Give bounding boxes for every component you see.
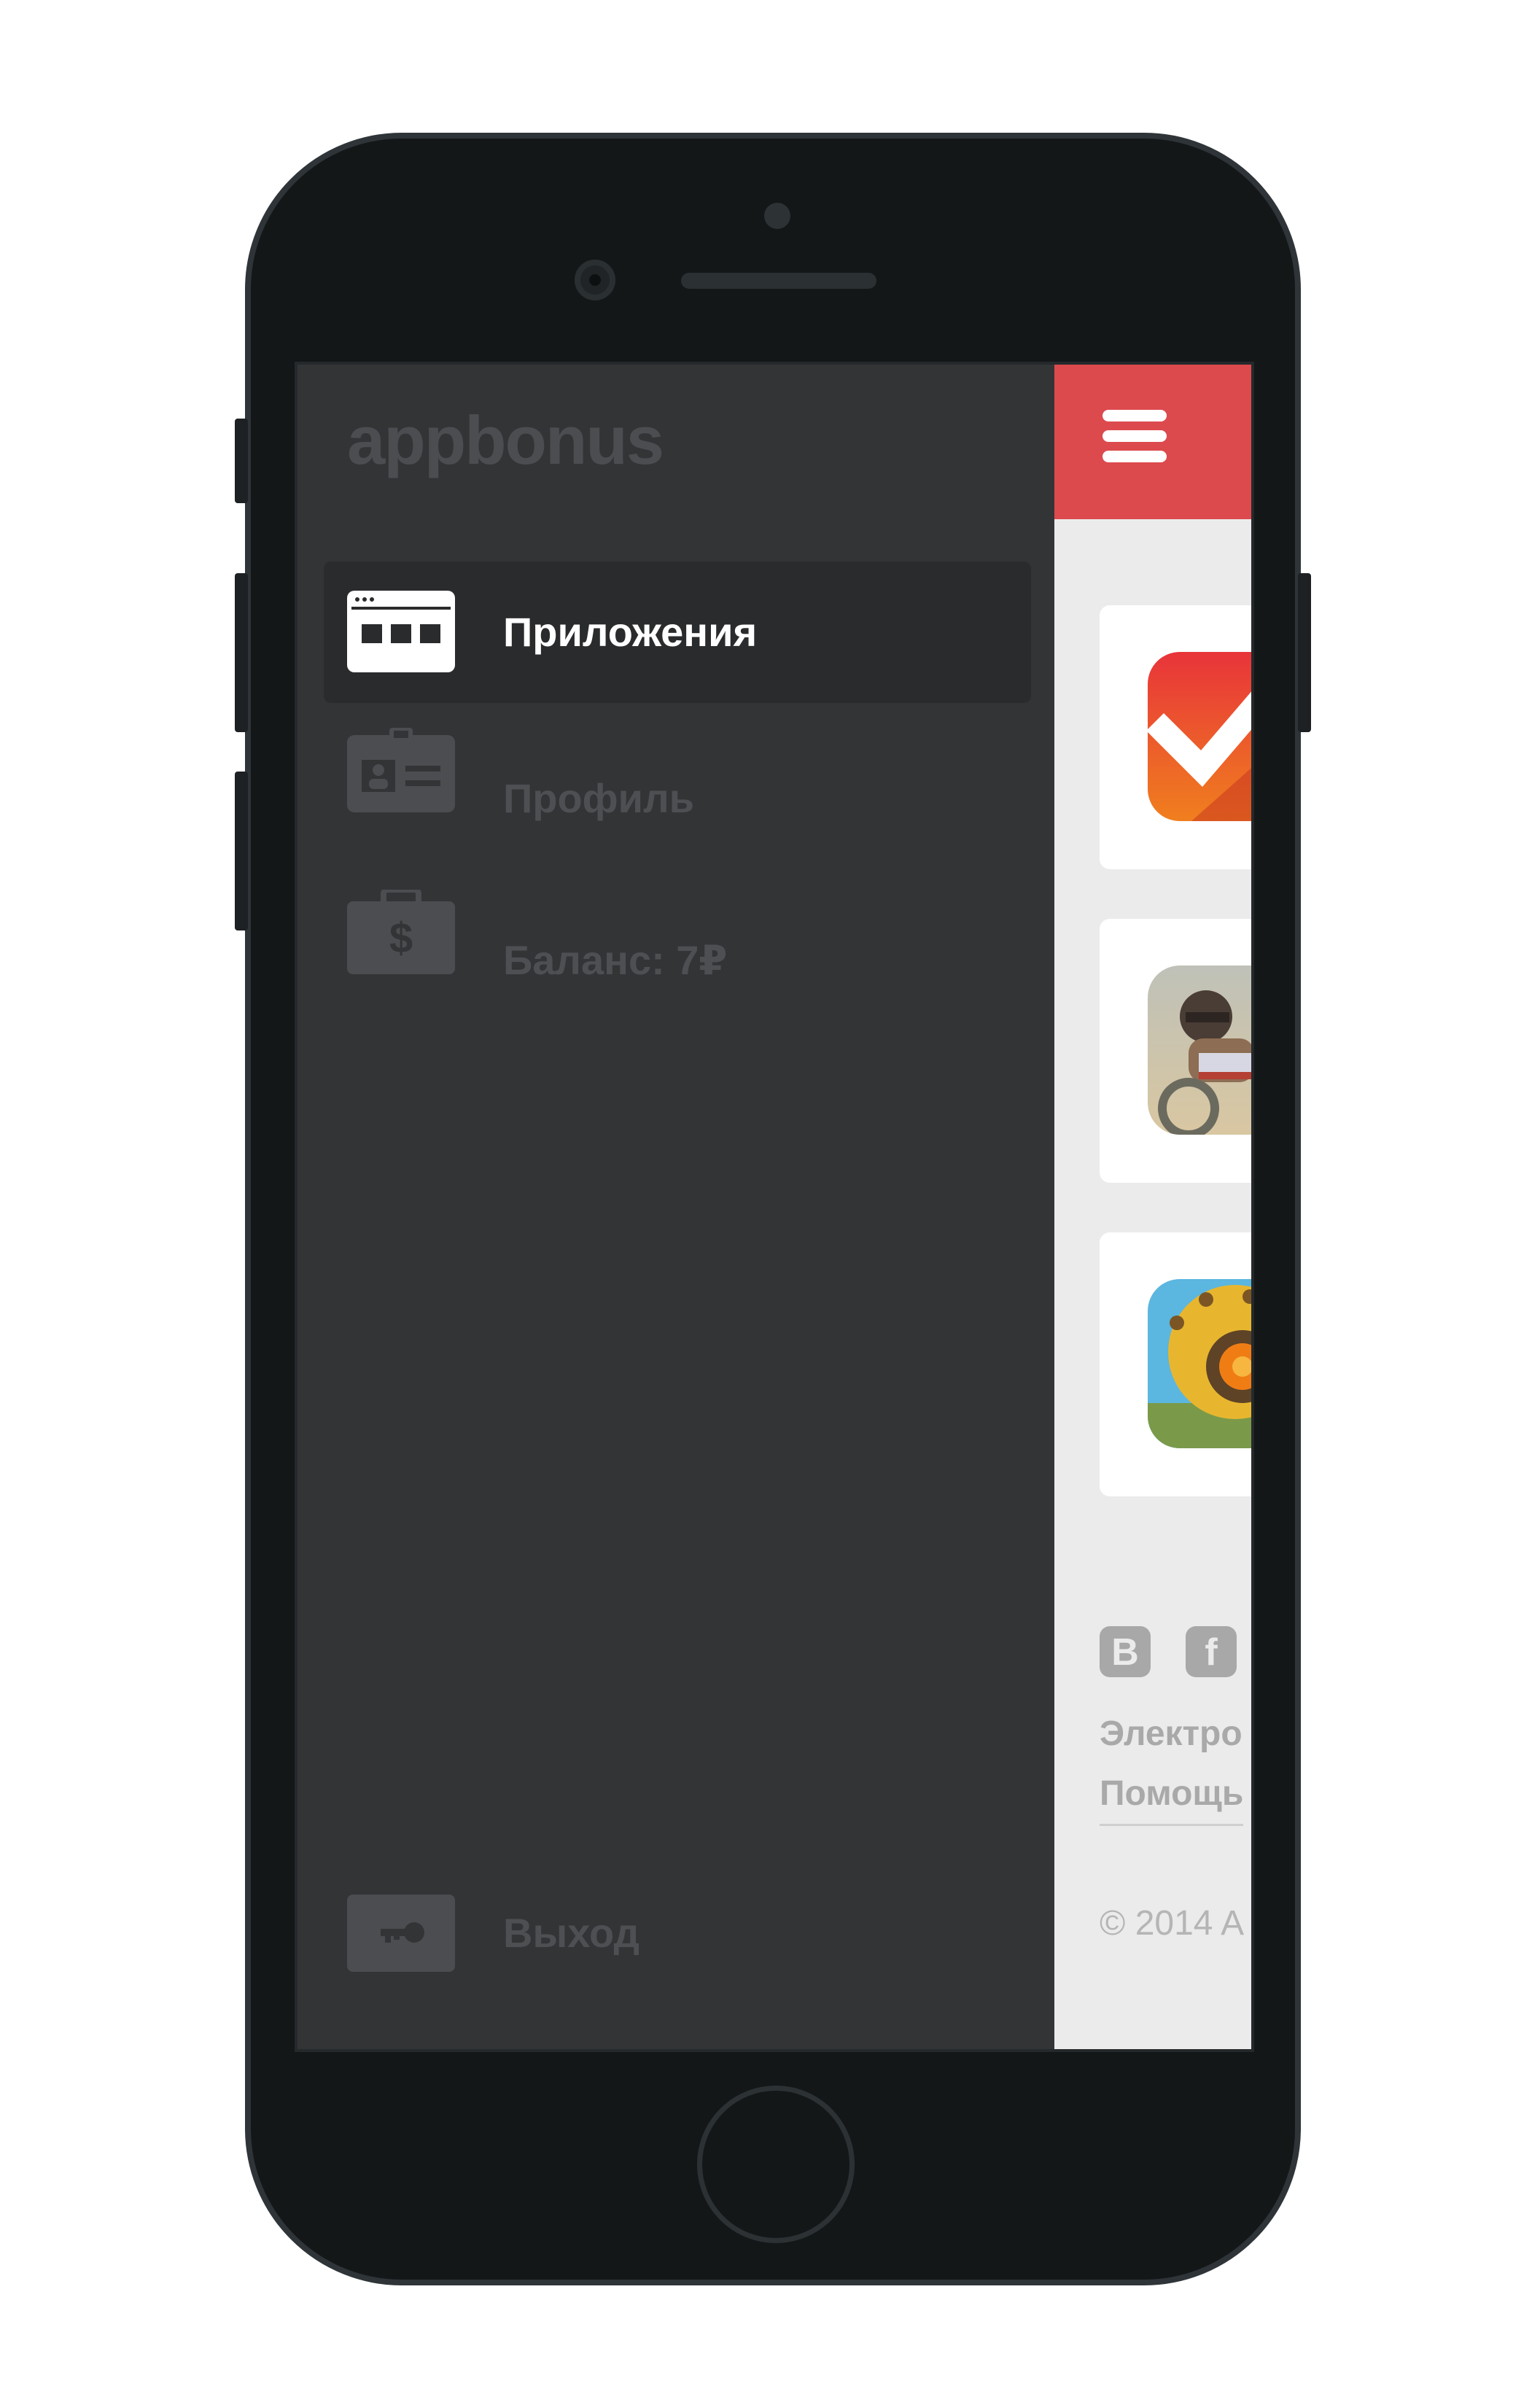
checkmark-app-icon — [1148, 652, 1251, 821]
money-bag-icon: $ — [347, 887, 455, 974]
mute-switch — [235, 419, 248, 503]
home-button[interactable] — [697, 2086, 855, 2243]
menu-item-label: Профиль — [503, 775, 695, 821]
navigation-drawer: appbonus Приложения Профиль $ Баланс: 7₽… — [298, 365, 1054, 2049]
apps-window-icon — [347, 591, 455, 672]
menu-item-apps[interactable]: Приложения — [324, 562, 1031, 703]
main-page-peek: В f Электро Помощь © 2014 A — [1054, 365, 1251, 2049]
logout-button[interactable]: Выход — [324, 1865, 1031, 2007]
email-link[interactable]: Электро — [1100, 1714, 1242, 1754]
app-card[interactable] — [1100, 1232, 1251, 1496]
robot-game-app-icon — [1148, 1279, 1251, 1448]
facebook-link-icon[interactable]: f — [1186, 1626, 1237, 1677]
power-button — [1298, 573, 1311, 732]
menu-item-label: Баланс: 7₽ — [503, 937, 728, 983]
volume-down-button — [235, 772, 248, 930]
rider-game-app-icon — [1148, 966, 1251, 1135]
svg-text:$: $ — [389, 914, 413, 962]
front-camera — [575, 260, 615, 300]
app-card[interactable] — [1100, 919, 1251, 1183]
top-bar — [1054, 365, 1251, 519]
menu-item-balance[interactable]: $ Баланс: 7₽ — [324, 887, 1031, 1031]
proximity-sensor — [764, 203, 790, 229]
appbonus-logo: appbonus — [347, 402, 664, 478]
hamburger-menu-icon[interactable] — [1102, 410, 1167, 471]
logout-label: Выход — [503, 1910, 640, 1956]
copyright-text: © 2014 A — [1100, 1904, 1245, 1943]
app-card[interactable] — [1100, 605, 1251, 869]
earpiece-speaker — [681, 273, 876, 289]
id-card-icon — [347, 728, 455, 812]
menu-item-label: Приложения — [503, 609, 758, 655]
volume-up-button — [235, 573, 248, 732]
vk-link-icon[interactable]: В — [1100, 1626, 1151, 1677]
help-link[interactable]: Помощь — [1100, 1773, 1244, 1826]
menu-item-profile[interactable]: Профиль — [324, 728, 1031, 869]
key-icon — [347, 1895, 455, 1976]
phone-screen: appbonus Приложения Профиль $ Баланс: 7₽… — [295, 362, 1254, 2052]
